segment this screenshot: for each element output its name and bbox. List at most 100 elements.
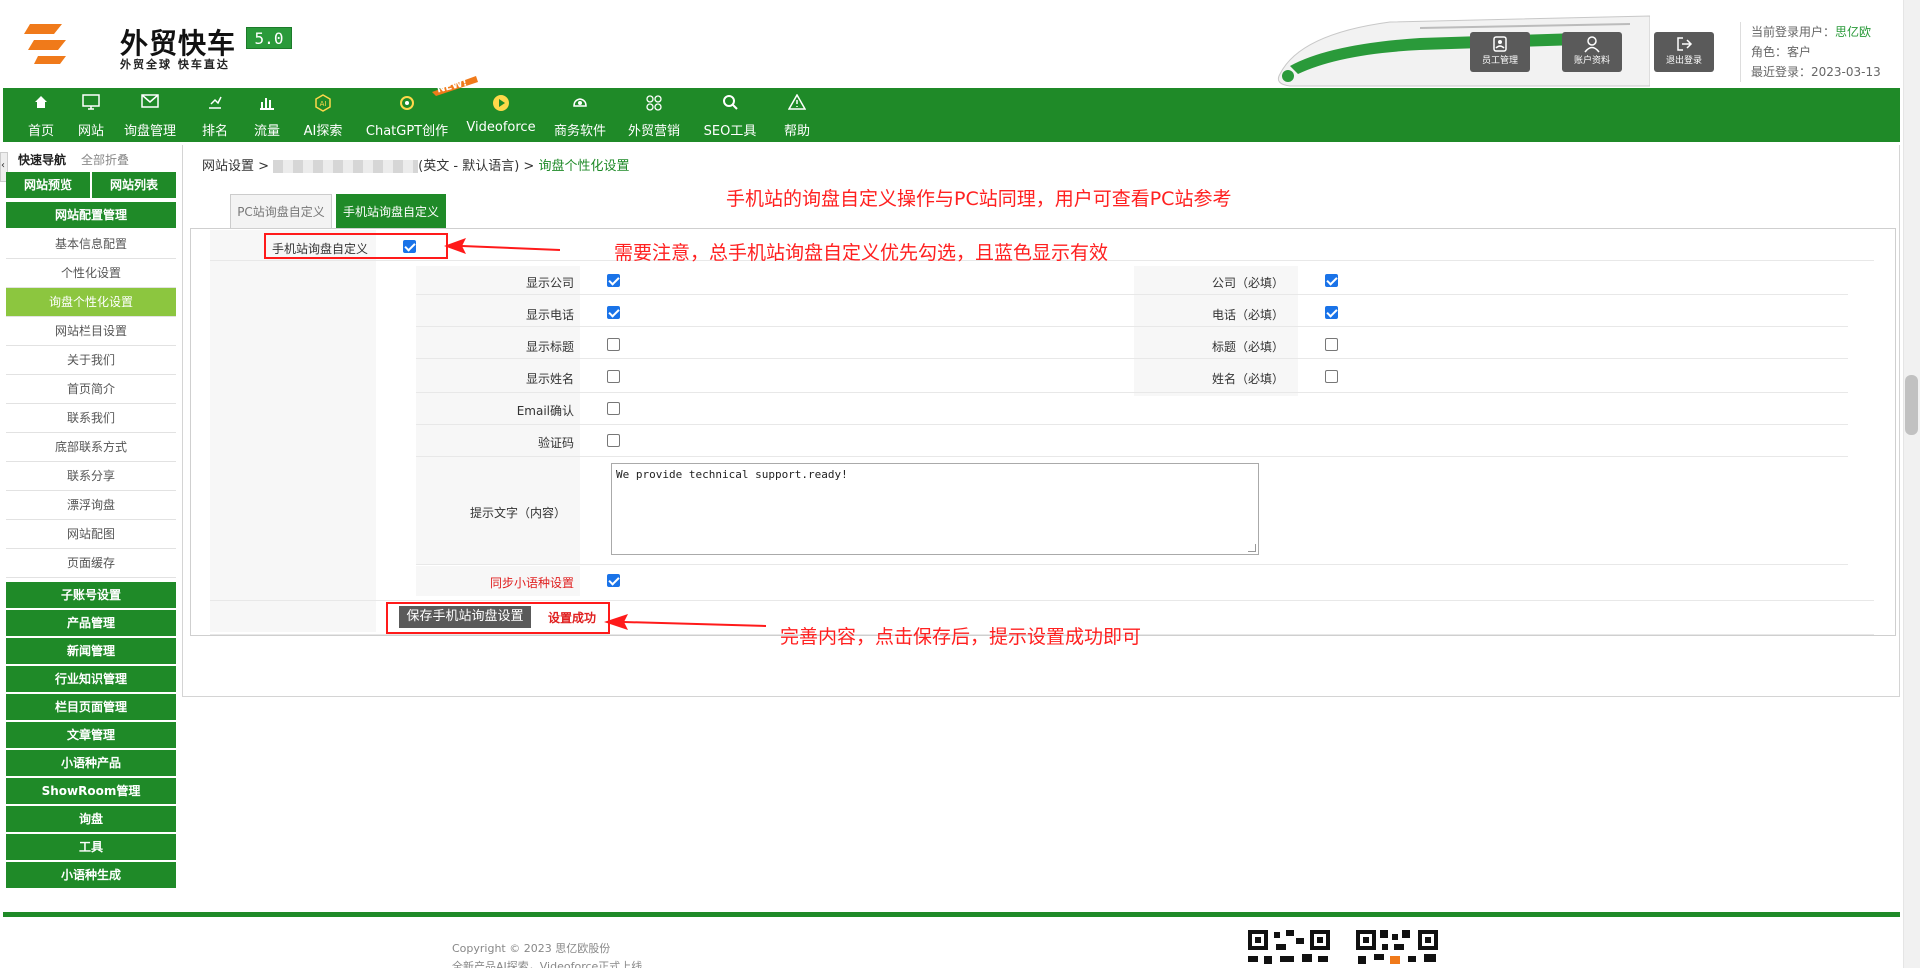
sidebar: 快速导航 全部折叠 网站预览 网站列表 网站配置管理 基本信息配置 个性化设置 …: [6, 144, 176, 890]
play-icon: [493, 95, 509, 111]
new-badge-icon: NEW!: [432, 76, 478, 96]
show-phone-label: 显示电话: [525, 308, 574, 322]
svg-text:AI: AI: [320, 100, 327, 108]
logout-button[interactable]: 退出登录: [1654, 32, 1714, 72]
blurred-site-name: [273, 160, 419, 173]
sidebar-group-minor-language-generate[interactable]: 小语种生成: [6, 862, 176, 888]
sync-minor-language-checkbox[interactable]: [607, 574, 620, 587]
nav-chatgpt[interactable]: ChatGPT创作: [361, 88, 453, 142]
annotation-box-master: [264, 233, 448, 259]
sidebar-group-tools[interactable]: 工具: [6, 834, 176, 860]
monitor-icon: [82, 94, 100, 110]
nav-seo-tools[interactable]: SEO工具: [697, 88, 763, 142]
sidebar-item-inquiry-personalization[interactable]: 询盘个性化设置: [6, 288, 176, 317]
show-company-checkbox[interactable]: [607, 274, 620, 287]
sidebar-item-site-images[interactable]: 网站配图: [6, 520, 176, 549]
sidebar-item-about-us[interactable]: 关于我们: [6, 346, 176, 375]
sidebar-item-footer-contact[interactable]: 底部联系方式: [6, 433, 176, 462]
sidebar-group-showroom[interactable]: ShowRoom管理: [6, 778, 176, 804]
tab-pc-inquiry[interactable]: PC站询盘自定义: [230, 194, 332, 228]
search-icon: [723, 95, 738, 110]
sidebar-item-home-intro[interactable]: 首页简介: [6, 375, 176, 404]
qr-code-icon: [1354, 928, 1440, 968]
page-scrollbar[interactable]: [1903, 0, 1920, 968]
show-company-label: 显示公司: [525, 276, 574, 290]
sidebar-group-inquiry[interactable]: 询盘: [6, 806, 176, 832]
sidebar-item-personalization[interactable]: 个性化设置: [6, 259, 176, 288]
phone-required-checkbox[interactable]: [1325, 306, 1338, 319]
sidebar-group-sub-accounts[interactable]: 子账号设置: [6, 582, 176, 608]
footer-text: Copyright © 2023 思亿欧股份 全新产品AI探索，Videofor…: [452, 940, 642, 968]
sidebar-item-site-columns[interactable]: 网站栏目设置: [6, 317, 176, 346]
show-phone-checkbox[interactable]: [607, 306, 620, 319]
bar-chart-icon: [260, 98, 274, 110]
sidebar-group-column-pages[interactable]: 栏目页面管理: [6, 694, 176, 720]
user-icon: [1584, 36, 1600, 53]
collapse-all-link[interactable]: 全部折叠: [81, 151, 129, 168]
sync-minor-language-label: 同步小语种设置: [489, 576, 574, 590]
show-name-checkbox[interactable]: [607, 370, 620, 383]
sidebar-item-contact-share[interactable]: 联系分享: [6, 462, 176, 491]
annotation-box-save: [386, 602, 610, 634]
logout-icon: [1677, 37, 1693, 51]
svg-text:NEW!: NEW!: [436, 77, 469, 95]
sidebar-group-minor-language-products[interactable]: 小语种产品: [6, 750, 176, 776]
logo-subtitle: 外贸全球 快车直达: [120, 58, 230, 71]
nav-traffic[interactable]: 流量: [245, 88, 289, 142]
nav-home[interactable]: 首页: [19, 88, 63, 142]
chatgpt-icon: [400, 96, 414, 110]
user-role: 角色：客户: [1751, 45, 1812, 59]
nav-help[interactable]: 帮助: [775, 88, 819, 142]
site-preview-button[interactable]: 网站预览: [6, 172, 90, 198]
footer-divider: [3, 912, 1900, 917]
staff-management-button[interactable]: 员工管理: [1470, 32, 1530, 72]
breadcrumb: 网站设置 > (英文 - 默认语言) > 询盘个性化设置: [202, 159, 630, 174]
sidebar-group-news[interactable]: 新闻管理: [6, 638, 176, 664]
captcha-checkbox[interactable]: [607, 434, 620, 447]
sidebar-item-page-cache[interactable]: 页面缓存: [6, 549, 176, 578]
show-title-checkbox[interactable]: [607, 338, 620, 351]
email-confirm-checkbox[interactable]: [607, 402, 620, 415]
nav-business-software[interactable]: 商务软件: [549, 88, 611, 142]
logo-version-badge: 5.0: [246, 27, 292, 49]
page-scrollbar-thumb[interactable]: [1905, 375, 1918, 435]
annotation-top: 手机站的询盘自定义操作与PC站同理，用户可查看PC站参考: [726, 188, 1232, 210]
header: 外贸快车 5.0 外贸全球 快车直达 员工管理 账户资料 退出登录 当前登录用户…: [0, 0, 1900, 88]
nav-ai-explore[interactable]: AI AI探索: [297, 88, 349, 142]
account-profile-button[interactable]: 账户资料: [1562, 32, 1622, 72]
sidebar-header: 快速导航 全部折叠: [6, 144, 176, 172]
staff-icon: [1493, 36, 1507, 52]
sidebar-item-floating-inquiry[interactable]: 漂浮询盘: [6, 491, 176, 520]
tab-mobile-inquiry[interactable]: 手机站询盘自定义: [336, 194, 446, 228]
nav-inquiry-management[interactable]: 询盘管理: [119, 88, 181, 142]
quick-nav-label: 快速导航: [18, 153, 67, 167]
warning-icon: [788, 94, 806, 110]
sidebar-item-basic-info[interactable]: 基本信息配置: [6, 230, 176, 259]
company-required-checkbox[interactable]: [1325, 274, 1338, 287]
main-nav: 首页 网站 询盘管理 排名 流量 AI AI探索 ChatGPT创作 Video…: [3, 88, 1900, 142]
tip-text-textarea[interactable]: We provide technical support.ready!: [611, 463, 1259, 555]
name-required-label: 姓名（必填）: [1211, 372, 1284, 386]
show-name-label: 显示姓名: [525, 372, 574, 386]
annotation-arrow-master-icon: [444, 238, 560, 254]
name-required-checkbox[interactable]: [1325, 370, 1338, 383]
nav-ranking[interactable]: 排名: [193, 88, 237, 142]
resize-grip-icon[interactable]: [1248, 544, 1256, 552]
ranking-icon: [209, 96, 222, 109]
tip-text-label: 提示文字（内容）: [469, 506, 566, 520]
sidebar-item-contact-us[interactable]: 联系我们: [6, 404, 176, 433]
sidebar-group-industry-knowledge[interactable]: 行业知识管理: [6, 666, 176, 692]
captcha-label: 验证码: [537, 436, 574, 450]
sidebar-group-products[interactable]: 产品管理: [6, 610, 176, 636]
nav-website[interactable]: 网站: [69, 88, 113, 142]
title-required-checkbox[interactable]: [1325, 338, 1338, 351]
sidebar-group-articles[interactable]: 文章管理: [6, 722, 176, 748]
qr-code-icon: [1246, 928, 1332, 968]
nav-trade-marketing[interactable]: 外贸营销: [623, 88, 685, 142]
marketing-icon: [646, 95, 662, 111]
site-list-button[interactable]: 网站列表: [92, 172, 176, 198]
last-login: 最近登录：2023-03-13: [1751, 65, 1881, 79]
nav-videoforce[interactable]: Videoforce: [465, 88, 537, 142]
username: 思亿欧: [1835, 25, 1872, 39]
sidebar-group-site-config[interactable]: 网站配置管理: [6, 202, 176, 228]
